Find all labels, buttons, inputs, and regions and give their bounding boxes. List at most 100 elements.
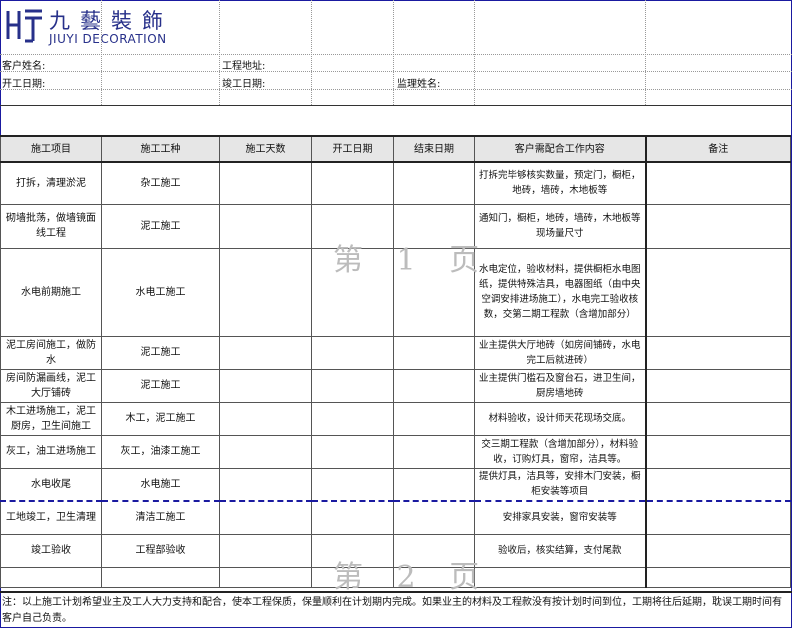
section-divider — [0, 105, 792, 106]
cell-start[interactable] — [311, 500, 394, 535]
cell-trade[interactable]: 灰工，油漆工施工 — [101, 434, 220, 469]
cell-start[interactable] — [311, 203, 394, 249]
cell-trade[interactable]: 清洁工施工 — [101, 500, 220, 535]
cell-end[interactable] — [393, 368, 475, 403]
cell-note[interactable] — [645, 434, 791, 469]
cell-coop[interactable]: 安排家具安装，窗帘安装等 — [474, 500, 647, 535]
cell-days[interactable] — [219, 335, 312, 370]
cell-note[interactable] — [645, 500, 791, 535]
footnote-divider — [0, 591, 792, 593]
cell-note[interactable] — [645, 401, 791, 436]
cell-coop[interactable]: 提供灯具，洁具等，安排木门安装，橱柜安装等项目 — [474, 467, 647, 502]
logo-mark-icon — [6, 9, 42, 43]
cell-end[interactable] — [393, 247, 475, 337]
cell-start[interactable] — [311, 335, 394, 370]
cell-trade[interactable]: 水电施工 — [101, 467, 220, 502]
cell-coop[interactable]: 业主提供大厅地砖（如房间铺砖，水电完工后就进砖） — [474, 335, 647, 370]
cell-note[interactable] — [645, 203, 791, 249]
table-header-row: 施工项目 施工工种 施工天数 开工日期 结束日期 客户需配合工作内容 备注 — [0, 135, 791, 163]
cell-trade[interactable] — [101, 566, 220, 588]
cell-end[interactable] — [393, 401, 475, 436]
cell-item[interactable]: 木工进场施工，泥工厨房，卫生间施工 — [0, 401, 102, 436]
cell-item[interactable]: 房间防漏画线，泥工大厅铺砖 — [0, 368, 102, 403]
cell-item[interactable]: 水电收尾 — [0, 467, 102, 502]
cell-trade[interactable]: 泥工施工 — [101, 335, 220, 370]
cell-days[interactable] — [219, 401, 312, 436]
cell-days[interactable] — [219, 434, 312, 469]
cell-days[interactable] — [219, 533, 312, 568]
header-trade: 施工工种 — [101, 135, 220, 163]
table-row: 水电前期施工 水电工施工 水电定位，验收材料，提供橱柜水电图纸，提供特殊洁具，电… — [0, 247, 791, 337]
cell-coop[interactable]: 打拆完毕够核实数量，预定门，橱柜，地砖，墙砖，木地板等 — [474, 161, 647, 205]
grid-line — [0, 54, 792, 55]
supervisor-label: 监理姓名: — [397, 79, 441, 90]
cell-coop[interactable]: 通知门，橱柜，地砖，墙砖，木地板等现场量尺寸 — [474, 203, 647, 249]
cell-end[interactable] — [393, 434, 475, 469]
address-label: 工程地址: — [222, 61, 266, 72]
cell-start[interactable] — [311, 247, 394, 337]
cell-start[interactable] — [311, 434, 394, 469]
cell-coop[interactable]: 业主提供门槛石及窗台石，进卫生间，厨房墙地砖 — [474, 368, 647, 403]
cell-coop[interactable]: 水电定位，验收材料，提供橱柜水电图纸，提供特殊洁具，电器图纸（由中央空调安排进场… — [474, 247, 647, 337]
table-row: 木工进场施工，泥工厨房，卫生间施工 木工，泥工施工 材料验收，设计师天花现场交底… — [0, 401, 791, 436]
cell-days[interactable] — [219, 247, 312, 337]
cell-days[interactable] — [219, 368, 312, 403]
cell-start[interactable] — [311, 368, 394, 403]
table-row: 打拆，清理淤泥 杂工施工 打拆完毕够核实数量，预定门，橱柜，地砖，墙砖，木地板等 — [0, 161, 791, 205]
cell-end[interactable] — [393, 566, 475, 588]
cell-item[interactable] — [0, 566, 102, 588]
cell-trade[interactable]: 工程部验收 — [101, 533, 220, 568]
cell-note[interactable] — [645, 335, 791, 370]
cell-trade[interactable]: 水电工施工 — [101, 247, 220, 337]
cell-end[interactable] — [393, 161, 475, 205]
cell-days[interactable] — [219, 566, 312, 588]
cell-note[interactable] — [645, 533, 791, 568]
cell-coop[interactable]: 验收后，核实结算，支付尾款 — [474, 533, 647, 568]
cell-item[interactable]: 竣工验收 — [0, 533, 102, 568]
cell-days[interactable] — [219, 203, 312, 249]
header-remarks: 备注 — [645, 135, 791, 163]
grid-line — [0, 71, 792, 72]
cell-end[interactable] — [393, 500, 475, 535]
cell-end[interactable] — [393, 533, 475, 568]
cell-item[interactable]: 打拆，清理淤泥 — [0, 161, 102, 205]
grid-line — [0, 89, 792, 90]
header-days: 施工天数 — [219, 135, 312, 163]
cell-coop[interactable] — [474, 566, 647, 588]
cell-days[interactable] — [219, 467, 312, 502]
cell-start[interactable] — [311, 533, 394, 568]
cell-coop[interactable]: 交三期工程款（含增加部分），材料验收，订购灯具，窗帘，洁具等。 — [474, 434, 647, 469]
cell-trade[interactable]: 泥工施工 — [101, 368, 220, 403]
brand-name-en: JIUYI DECORATION — [49, 32, 167, 46]
table-row: 砌墙批荡，做墙镜面线工程 泥工施工 通知门，橱柜，地砖，墙砖，木地板等现场量尺寸 — [0, 203, 791, 249]
cell-days[interactable] — [219, 161, 312, 205]
cell-item[interactable]: 砌墙批荡，做墙镜面线工程 — [0, 203, 102, 249]
construction-schedule-table: 施工项目 施工工种 施工天数 开工日期 结束日期 客户需配合工作内容 备注 打拆… — [0, 135, 791, 588]
cell-days[interactable] — [219, 500, 312, 535]
table-row: 竣工验收 工程部验收 验收后，核实结算，支付尾款 — [0, 533, 791, 568]
cell-start[interactable] — [311, 467, 394, 502]
cell-item[interactable]: 水电前期施工 — [0, 247, 102, 337]
cell-note[interactable] — [645, 247, 791, 337]
cell-item[interactable]: 工地竣工，卫生清理 — [0, 500, 102, 535]
cell-note[interactable] — [645, 467, 791, 502]
table-row: 工地竣工，卫生清理 清洁工施工 安排家具安装，窗帘安装等 — [0, 500, 791, 535]
cell-item[interactable]: 灰工，油工进场施工 — [0, 434, 102, 469]
header-end-date: 结束日期 — [393, 135, 475, 163]
footnote-text: 注：以上施工计划希望业主及工人大力支持和配合，使本工程保质，保量顺利在计划期内完… — [2, 597, 782, 624]
cell-end[interactable] — [393, 203, 475, 249]
cell-start[interactable] — [311, 401, 394, 436]
cell-start[interactable] — [311, 566, 394, 588]
cell-coop[interactable]: 材料验收，设计师天花现场交底。 — [474, 401, 647, 436]
header-customer-coop: 客户需配合工作内容 — [474, 135, 647, 163]
cell-end[interactable] — [393, 467, 475, 502]
cell-trade[interactable]: 木工，泥工施工 — [101, 401, 220, 436]
cell-note[interactable] — [645, 566, 791, 588]
cell-note[interactable] — [645, 368, 791, 403]
cell-trade[interactable]: 杂工施工 — [101, 161, 220, 205]
cell-end[interactable] — [393, 335, 475, 370]
cell-start[interactable] — [311, 161, 394, 205]
cell-trade[interactable]: 泥工施工 — [101, 203, 220, 249]
cell-note[interactable] — [645, 161, 791, 205]
cell-item[interactable]: 泥工房间施工，做防水 — [0, 335, 102, 370]
